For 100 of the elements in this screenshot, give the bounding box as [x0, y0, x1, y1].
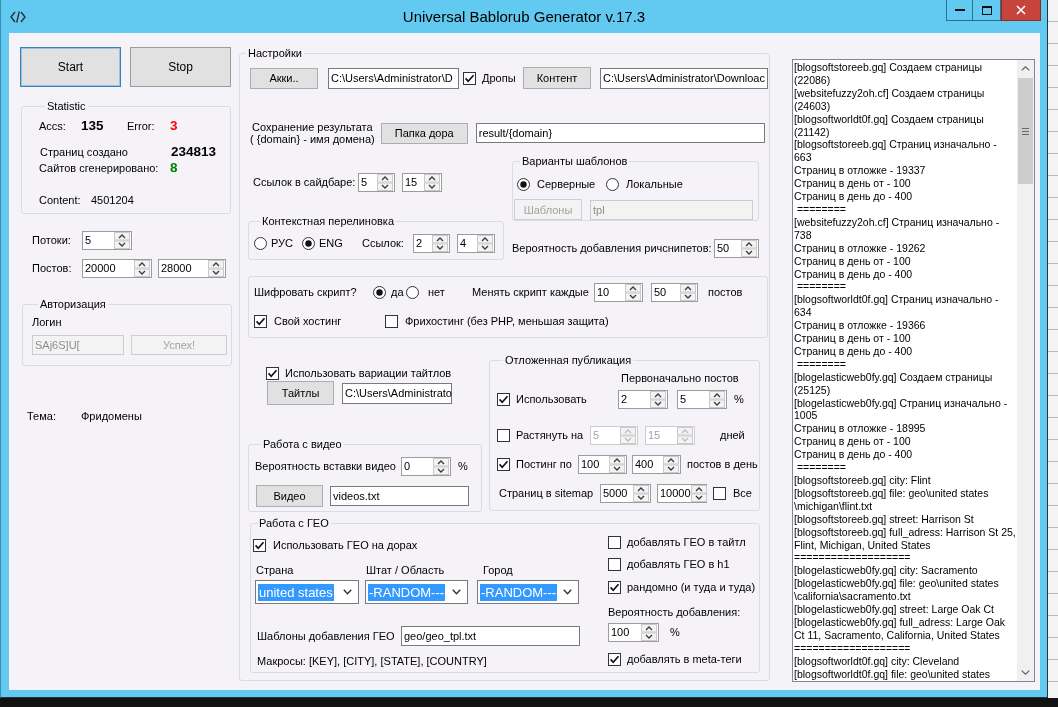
number-field[interactable]: 28000	[158, 259, 226, 278]
path-field[interactable]: result/{domain}	[475, 123, 765, 143]
unit-label: %	[458, 460, 468, 473]
log-line: \michigan\flint.txt	[794, 499, 874, 513]
number-field[interactable]: 20000	[82, 259, 152, 278]
checkbox[interactable]	[385, 314, 398, 328]
log-line: [blogelasticweb0fy.gq] full_adress: Large Oak	[794, 615, 1007, 629]
field-label: Страниц в sitemap	[499, 487, 594, 499]
checkbox[interactable]	[266, 366, 279, 380]
number-field[interactable]: 2	[618, 390, 668, 409]
log-line: ===================	[794, 551, 912, 565]
spinner-arrows-icon[interactable]	[377, 174, 393, 191]
log-line: [blogelasticweb0fy.gq] Страниц изначально -	[794, 396, 1009, 410]
log-line: Flint, Michigan, United States	[794, 538, 932, 552]
checkbox-label: Использовать	[516, 393, 587, 405]
path-field[interactable]: C:\Users\Administrator\D	[328, 67, 459, 89]
number-field[interactable]: 0	[401, 457, 451, 476]
spinner-arrows-icon[interactable]	[208, 260, 224, 277]
close-icon	[1016, 5, 1026, 15]
path-field[interactable]: videos.txt	[330, 486, 469, 506]
log-line: ========	[795, 357, 847, 371]
checkbox[interactable]	[254, 314, 267, 328]
spinner-arrows-icon[interactable]	[663, 456, 679, 473]
chevron-up-icon[interactable]	[1021, 66, 1030, 71]
spinner-arrows-icon[interactable]	[134, 260, 150, 277]
stat-value: 8	[170, 160, 178, 175]
spinner-arrows-icon[interactable]	[477, 235, 493, 252]
checkbox-label: Дропы	[482, 71, 516, 85]
spinner-arrows-icon[interactable]	[432, 235, 448, 252]
log-line: (25125)	[794, 383, 832, 397]
number-field[interactable]: 5	[358, 173, 395, 192]
checkbox[interactable]	[608, 557, 621, 571]
folder-button[interactable]: Папка дора	[380, 122, 468, 144]
checkbox[interactable]	[497, 393, 510, 406]
scrollbar-thumb[interactable]	[1018, 78, 1033, 184]
number-field[interactable]: 2	[413, 234, 450, 253]
number-field[interactable]: 400	[632, 455, 681, 474]
spinner-arrows-icon[interactable]	[709, 391, 725, 408]
group-title: Работа с ГЕО	[258, 517, 330, 530]
grip-icon	[1022, 127, 1029, 135]
number-field[interactable]: 15	[402, 173, 442, 192]
spinner-arrows-icon[interactable]	[650, 391, 666, 408]
scrollbar[interactable]	[1017, 60, 1034, 681]
radio-button[interactable]	[373, 286, 386, 299]
accounts-button[interactable]: Акки..	[250, 67, 318, 89]
maximize-button[interactable]	[973, 0, 1001, 21]
checkbox-label: добавлять в meta-теги	[627, 652, 742, 666]
spinner-arrows-icon[interactable]	[625, 284, 641, 301]
radio-button[interactable]	[406, 286, 419, 299]
log-list[interactable]	[792, 59, 1035, 682]
number-field[interactable]: 4	[457, 234, 495, 253]
stop-button[interactable]: Stop	[130, 47, 231, 87]
start-button[interactable]: Start	[20, 47, 121, 87]
number-field[interactable]: 50	[651, 283, 698, 302]
checkbox[interactable]	[608, 535, 621, 549]
spinner-arrows-icon[interactable]	[424, 174, 440, 191]
number-field[interactable]: 10	[594, 283, 643, 302]
checkbox[interactable]	[608, 652, 621, 666]
number-field[interactable]: 5	[82, 231, 132, 250]
number-field[interactable]: 100	[608, 623, 659, 642]
number-field[interactable]: 10000	[657, 484, 707, 503]
number-field[interactable]: 100	[578, 455, 627, 474]
content-button[interactable]: Контент	[523, 67, 591, 89]
path-field[interactable]: C:\Users\Administrato	[342, 382, 452, 404]
hint-text: Макросы: [KEY], [CITY], [STATE], [COUNTRY]	[257, 655, 487, 667]
column-header: Первоначально постов	[621, 372, 739, 384]
group-title: Контекстная перелиновка	[261, 215, 396, 228]
checkbox-label: Свой хостинг	[274, 314, 342, 328]
spinner-arrows-icon[interactable]	[680, 284, 696, 301]
radio-button[interactable]	[254, 237, 267, 250]
close-button[interactable]	[1001, 0, 1041, 21]
log-line: (21142)	[794, 125, 831, 139]
checkbox[interactable]	[497, 429, 510, 442]
radio-button[interactable]	[302, 237, 315, 250]
checkbox[interactable]	[253, 538, 266, 552]
number-field[interactable]: 50	[714, 239, 759, 258]
checkbox[interactable]	[608, 580, 621, 594]
spinner-arrows-icon[interactable]	[741, 240, 757, 257]
titles-button[interactable]: Тайтлы	[267, 381, 334, 405]
log-line: [blogsoftstoreeb.gq] full_adress: Harrison St 25,	[794, 525, 1017, 539]
checkbox[interactable]	[497, 458, 510, 471]
spinner-arrows-icon[interactable]	[609, 456, 625, 473]
number-field[interactable]: 5000	[600, 484, 651, 503]
checkbox[interactable]	[463, 71, 476, 85]
chevron-down-icon[interactable]	[1021, 670, 1030, 675]
spinner-arrows-icon[interactable]	[690, 485, 707, 502]
number-field[interactable]: 5	[677, 390, 727, 409]
spinner-arrows-icon[interactable]	[641, 624, 657, 641]
group-title: Настройки	[247, 47, 303, 60]
minimize-button[interactable]	[946, 0, 973, 21]
checkbox[interactable]	[713, 487, 726, 500]
log-line: Страниц в день от - 100	[794, 177, 912, 191]
checkbox-label: Постинг по	[516, 458, 572, 470]
video-button[interactable]: Видео	[256, 485, 323, 507]
path-field[interactable]: C:\Users\Administrator\Downloac	[600, 67, 768, 89]
radio-label: Локальные	[626, 177, 683, 191]
spinner-arrows-icon[interactable]	[114, 232, 130, 249]
spinner-arrows-icon[interactable]	[633, 485, 649, 502]
spinner-arrows-icon[interactable]	[433, 458, 449, 475]
path-field[interactable]: geo/geo_tpl.txt	[401, 626, 580, 646]
